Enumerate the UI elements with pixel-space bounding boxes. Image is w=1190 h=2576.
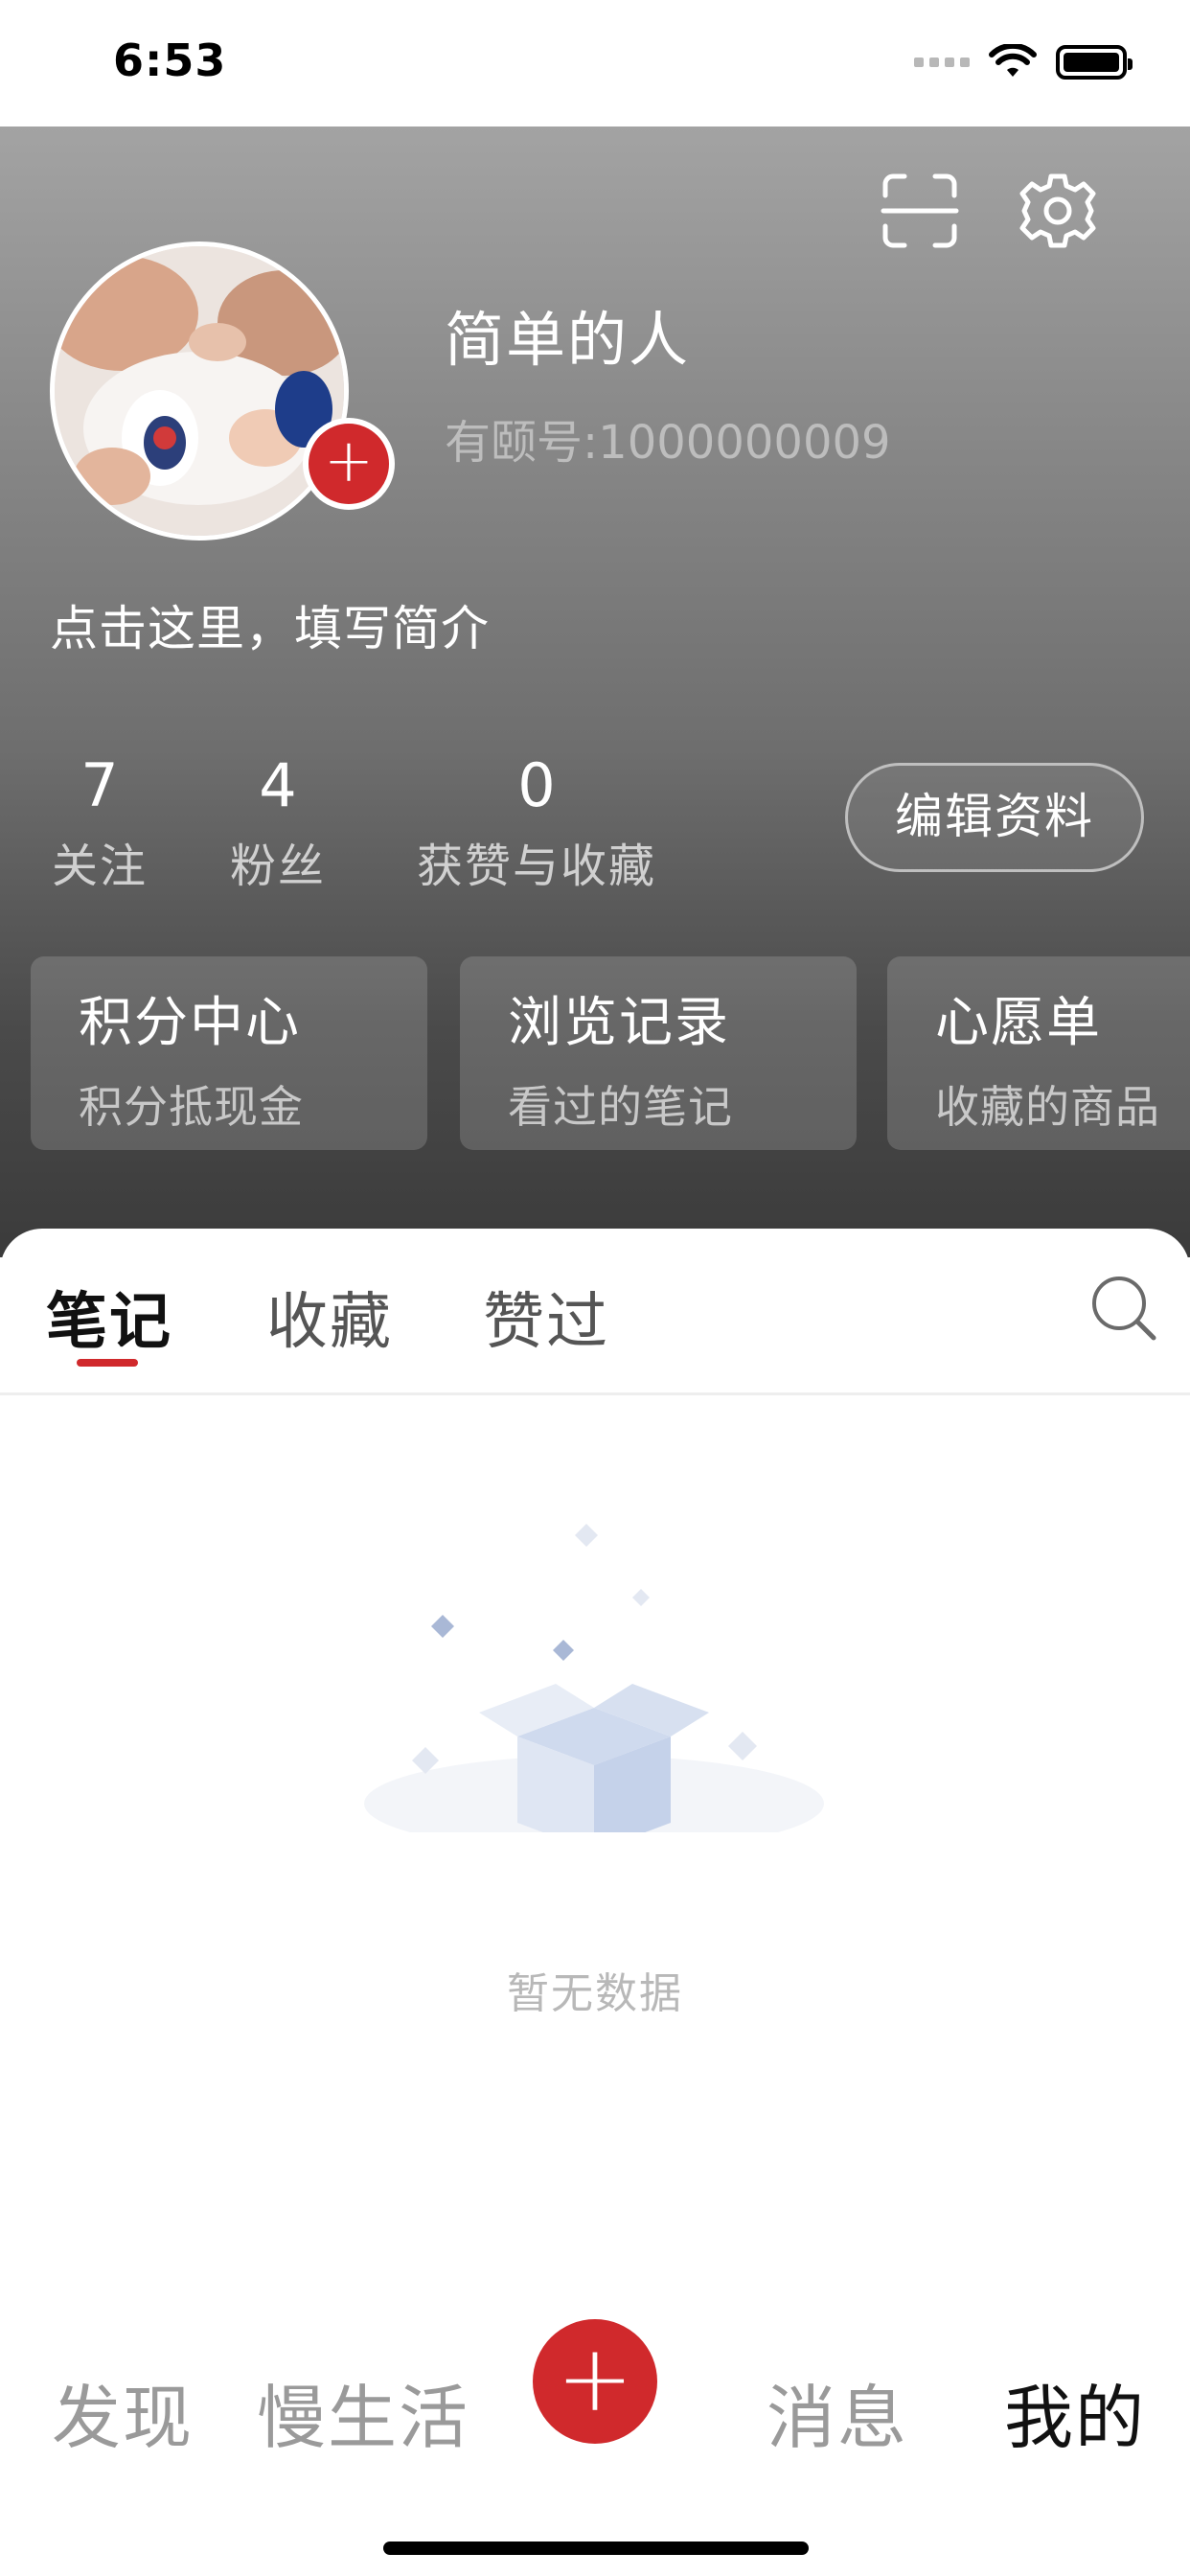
edit-profile-button[interactable]: 编辑资料	[845, 763, 1144, 872]
publish-button[interactable]: +	[533, 2319, 657, 2444]
plus-icon: +	[556, 2325, 634, 2432]
stat-label: 粉丝	[229, 840, 326, 893]
stat-value: 0	[517, 750, 556, 820]
home-indicator	[383, 2542, 809, 2555]
nav-slow-life[interactable]: 慢生活	[257, 2361, 469, 2462]
cellular-signal-icon	[914, 58, 970, 67]
wifi-icon	[989, 44, 1037, 77]
empty-box-illustration	[364, 1524, 824, 1832]
user-name: 简单的人	[445, 305, 691, 375]
status-time: 6:53	[113, 34, 227, 86]
stat-likes-favorites[interactable]: 0 获赞与收藏	[410, 751, 663, 895]
card-subtitle: 看过的笔记	[508, 1081, 733, 1133]
content-tabs: 笔记 收藏 赞过	[0, 1229, 1190, 1395]
stat-label: 获赞与收藏	[416, 840, 656, 893]
add-avatar-button[interactable]: +	[303, 418, 395, 510]
avatar-photo	[55, 246, 344, 536]
points-center-card[interactable]: 积分中心 积分抵现金	[31, 956, 427, 1150]
avatar[interactable]	[50, 242, 349, 540]
card-title: 心愿单	[935, 992, 1102, 1054]
stat-value: 4	[259, 750, 297, 820]
card-title: 积分中心	[79, 992, 301, 1054]
tab-liked[interactable]: 赞过	[483, 1273, 609, 1361]
gear-icon[interactable]	[1018, 171, 1098, 251]
wishlist-card[interactable]: 心愿单 收藏的商品	[887, 956, 1190, 1150]
bottom-nav: 发现 慢生活 + 消息 我的	[0, 2288, 1190, 2576]
tab-favorites[interactable]: 收藏	[266, 1273, 393, 1361]
search-icon[interactable]	[1088, 1273, 1159, 1344]
empty-state-text: 暂无数据	[507, 1969, 683, 2018]
card-subtitle: 收藏的商品	[935, 1081, 1160, 1133]
profile-header: + 简单的人 有颐号:1000000009 点击这里，填写简介 7 关注 4 粉…	[0, 126, 1190, 1257]
nav-messages[interactable]: 消息	[767, 2361, 908, 2462]
scan-icon[interactable]	[880, 171, 960, 251]
stat-label: 关注	[51, 840, 148, 893]
card-title: 浏览记录	[508, 992, 730, 1054]
user-id: 有颐号:1000000009	[445, 416, 891, 470]
active-tab-indicator	[77, 1359, 138, 1367]
status-icons	[914, 44, 1133, 80]
battery-icon	[1056, 45, 1133, 80]
nav-mine[interactable]: 我的	[1004, 2361, 1146, 2462]
tab-notes[interactable]: 笔记	[46, 1273, 172, 1361]
stat-fans[interactable]: 4 粉丝	[228, 751, 328, 895]
bio-prompt[interactable]: 点击这里，填写简介	[50, 590, 490, 659]
stat-following[interactable]: 7 关注	[50, 751, 149, 895]
stat-value: 7	[80, 750, 119, 820]
status-bar: 6:53	[0, 0, 1190, 126]
browse-history-card[interactable]: 浏览记录 看过的笔记	[460, 956, 857, 1150]
card-subtitle: 积分抵现金	[79, 1081, 304, 1133]
nav-discover[interactable]: 发现	[52, 2361, 194, 2462]
